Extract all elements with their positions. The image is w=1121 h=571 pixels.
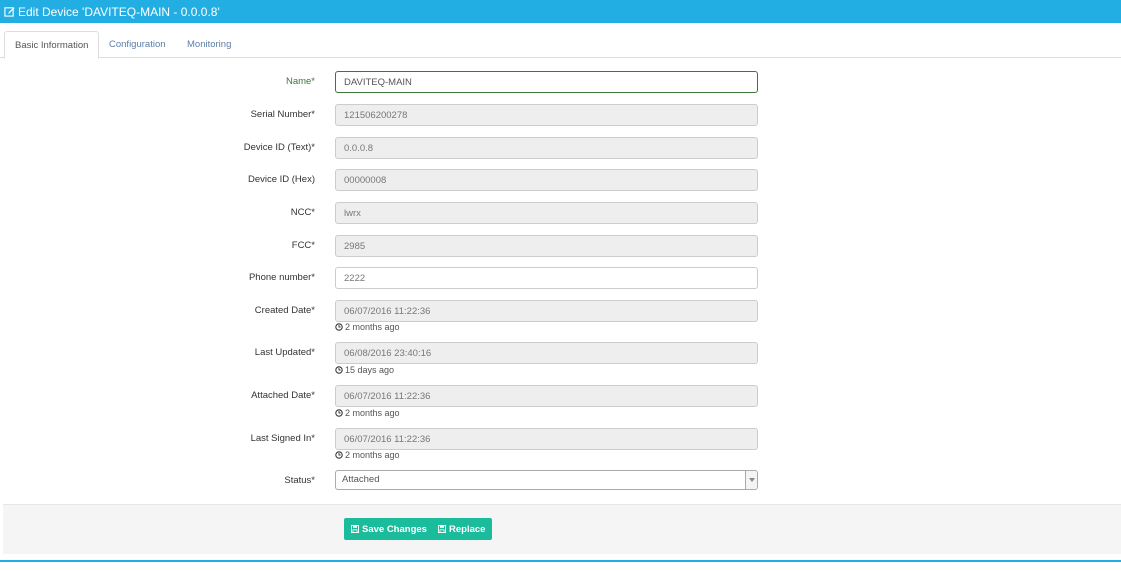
serial-number-input	[335, 104, 758, 126]
save-changes-button[interactable]: Save Changes	[344, 518, 434, 540]
phone-number-label: Phone number*	[248, 272, 315, 283]
ncc-input	[335, 202, 758, 224]
clock-icon	[335, 323, 343, 331]
tab-basic-information[interactable]: Basic Information	[4, 31, 100, 59]
clock-icon	[335, 366, 343, 374]
phone-number-input[interactable]	[335, 267, 758, 289]
device-id-hex-label: Device ID (Hex)	[247, 174, 315, 185]
last-signed-in-label: Last Signed In*	[250, 433, 315, 444]
save-changes-label: Save Changes	[362, 523, 427, 535]
status-label: Status*	[284, 475, 315, 486]
clock-icon	[335, 409, 343, 417]
serial-number-label: Serial Number*	[250, 109, 315, 120]
ncc-label: NCC*	[290, 207, 315, 218]
floppy-disk-icon	[351, 525, 359, 533]
page-title: Edit Device 'DAVITEQ-MAIN - 0.0.0.8'	[18, 4, 220, 19]
replace-button[interactable]: Replace	[431, 518, 493, 540]
device-id-hex-input	[335, 169, 758, 191]
attached-date-input	[335, 385, 758, 407]
created-date-relative-text: 2 months ago	[345, 322, 400, 332]
attached-date-relative: 2 months ago	[335, 408, 400, 418]
tab-monitoring[interactable]: Monitoring	[177, 31, 241, 58]
created-date-relative: 2 months ago	[335, 322, 400, 332]
last-updated-relative: 15 days ago	[335, 365, 394, 375]
page-header: Edit Device 'DAVITEQ-MAIN - 0.0.0.8'	[0, 0, 1121, 23]
created-date-input	[335, 300, 758, 322]
device-id-text-label: Device ID (Text)*	[243, 142, 315, 153]
last-signed-in-relative-text: 2 months ago	[345, 450, 400, 460]
device-id-text-input	[335, 137, 758, 159]
last-signed-in-relative: 2 months ago	[335, 450, 400, 460]
last-signed-in-input	[335, 428, 758, 450]
fcc-input	[335, 235, 758, 257]
bottom-divider	[0, 560, 1121, 562]
chevron-down-icon[interactable]	[745, 471, 757, 489]
status-selected-value: Attached	[342, 474, 380, 485]
replace-label: Replace	[449, 523, 486, 535]
status-select[interactable]: Attached	[335, 470, 758, 490]
attached-date-label: Attached Date*	[251, 390, 315, 401]
form-actions-bar	[3, 504, 1121, 554]
floppy-disk-icon	[438, 525, 446, 533]
created-date-label: Created Date*	[254, 305, 315, 316]
clock-icon	[335, 451, 343, 459]
name-input[interactable]	[335, 71, 758, 93]
tab-bar: Basic Information Configuration Monitori…	[0, 23, 1121, 59]
fcc-label: FCC*	[291, 240, 315, 251]
name-label: Name*	[285, 76, 315, 87]
attached-date-relative-text: 2 months ago	[345, 408, 400, 418]
last-updated-input	[335, 342, 758, 364]
tab-configuration[interactable]: Configuration	[99, 31, 176, 58]
last-updated-label: Last Updated*	[254, 347, 315, 358]
last-updated-relative-text: 15 days ago	[345, 365, 395, 375]
edit-icon	[4, 6, 15, 17]
